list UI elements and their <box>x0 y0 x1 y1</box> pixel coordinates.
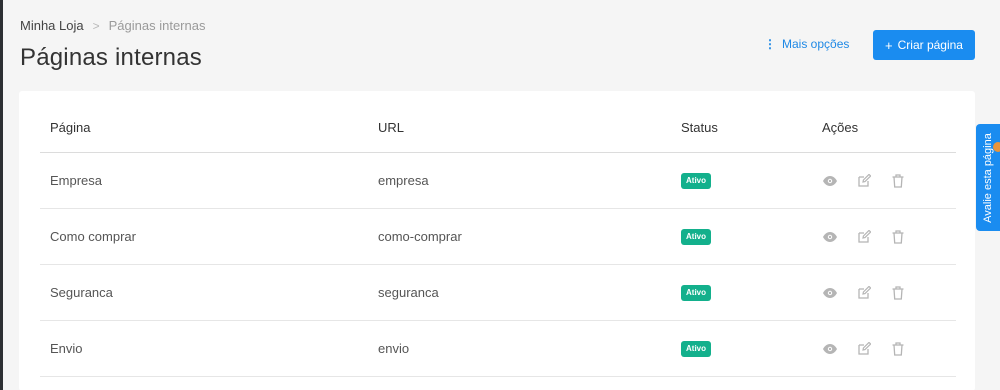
status-cell: Ativo <box>681 209 711 264</box>
status-badge: Ativo <box>681 228 711 245</box>
status-cell: Ativo <box>681 321 711 376</box>
feedback-indicator-dot <box>993 142 1000 152</box>
edit-icon[interactable] <box>856 229 872 245</box>
page-url-cell: empresa <box>378 173 429 188</box>
create-page-button[interactable]: + Criar página <box>873 30 975 60</box>
breadcrumb-root-link[interactable]: Minha Loja <box>20 18 84 33</box>
trash-icon[interactable] <box>890 285 906 301</box>
row-actions <box>822 153 924 208</box>
page-name-cell: Envio <box>50 341 83 356</box>
column-header-url: URL <box>378 120 405 135</box>
eye-icon[interactable] <box>822 341 838 357</box>
vertical-dots-icon: ⋮ <box>764 37 776 51</box>
eye-icon[interactable] <box>822 229 838 245</box>
status-badge: Ativo <box>681 340 711 357</box>
plus-icon: + <box>885 37 893 53</box>
create-page-label: Criar página <box>897 38 963 52</box>
column-header-actions: Ações <box>822 120 859 135</box>
page-url-cell: envio <box>378 341 410 356</box>
trash-icon[interactable] <box>890 229 906 245</box>
breadcrumb-separator: > <box>92 18 100 33</box>
status-badge: Ativo <box>681 172 711 189</box>
more-options-button[interactable]: ⋮ Mais opções <box>764 37 849 51</box>
status-badge: Ativo <box>681 284 711 301</box>
page-name-cell: Empresa <box>50 173 103 188</box>
eye-icon[interactable] <box>822 285 838 301</box>
column-header-status: Status <box>681 120 718 135</box>
status-cell: Ativo <box>681 153 711 208</box>
eye-icon[interactable] <box>822 173 838 189</box>
table-row: Empresa empresa Ativo <box>40 153 956 209</box>
trash-icon[interactable] <box>890 341 906 357</box>
page-url-cell: como-comprar <box>378 229 462 244</box>
page-title: Páginas internas <box>20 44 202 71</box>
table-row: Envio envio Ativo <box>40 321 956 377</box>
page-name-cell: Seguranca <box>50 285 113 300</box>
trash-icon[interactable] <box>890 173 906 189</box>
feedback-tab[interactable]: Avalie esta página <box>976 124 1000 231</box>
column-header-page: Página <box>50 120 91 135</box>
edit-icon[interactable] <box>856 173 872 189</box>
row-actions <box>822 321 924 376</box>
page-url-cell: seguranca <box>378 285 439 300</box>
table-header: Página URL Status Ações <box>40 103 956 153</box>
edit-icon[interactable] <box>856 285 872 301</box>
breadcrumb: Minha Loja > Páginas internas <box>20 18 205 33</box>
table-row: Seguranca seguranca Ativo <box>40 265 956 321</box>
row-actions <box>822 209 924 264</box>
page-name-cell: Como comprar <box>50 229 136 244</box>
edit-icon[interactable] <box>856 341 872 357</box>
breadcrumb-current: Páginas internas <box>108 18 206 33</box>
table-row: Como comprar como-comprar Ativo <box>40 209 956 265</box>
more-options-label: Mais opções <box>782 37 850 51</box>
left-edge-strip <box>0 0 3 390</box>
pages-table-card: Página URL Status Ações Empresa empresa … <box>19 91 975 390</box>
status-cell: Ativo <box>681 265 711 320</box>
row-actions <box>822 265 924 320</box>
